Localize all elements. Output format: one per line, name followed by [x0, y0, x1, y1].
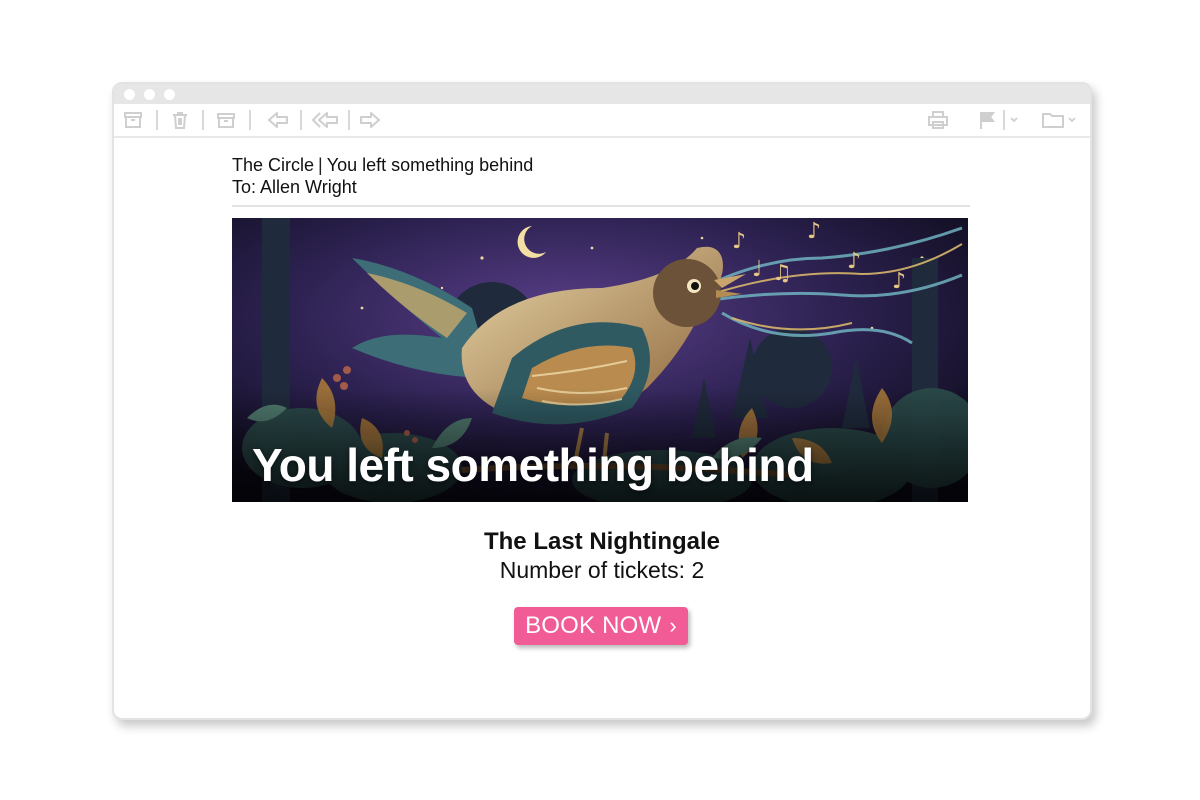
- svg-text:♫: ♫: [772, 261, 792, 286]
- window-minimize-dot[interactable]: [144, 89, 155, 100]
- svg-text:♪: ♪: [847, 249, 861, 274]
- svg-text:♩: ♩: [752, 257, 762, 282]
- flag-icon[interactable]: [976, 109, 998, 131]
- event-title: The Last Nightingale: [483, 528, 720, 555]
- hero-banner: ♪ ♫ ♪ ♪ ♪ ♩ You left something behind: [232, 218, 968, 502]
- folder-dropdown-chevron-icon[interactable]: [1066, 109, 1078, 131]
- print-icon[interactable]: [926, 109, 950, 131]
- flag-dropdown-chevron-icon[interactable]: [1008, 109, 1020, 131]
- archive-box-icon[interactable]: [215, 109, 237, 131]
- svg-text:♪: ♪: [732, 229, 746, 254]
- reply-all-icon[interactable]: [310, 109, 340, 131]
- email-toolbar: [114, 104, 1090, 138]
- archive-icon[interactable]: [122, 109, 144, 131]
- book-now-label: BOOK NOW: [525, 612, 662, 639]
- svg-text:♪: ♪: [892, 269, 906, 294]
- email-client-window: The Circle | You left something behind To:…: [112, 82, 1092, 720]
- trash-icon[interactable]: [169, 109, 191, 131]
- banner-headline: You left something behind: [252, 439, 814, 491]
- book-now-button[interactable]: BOOK NOW ›: [514, 607, 688, 645]
- recipient-line: To: Allen Wright: [232, 177, 357, 197]
- forward-icon[interactable]: [358, 109, 382, 131]
- title-bar: [114, 84, 1090, 104]
- email-subject: You left something behind: [326, 155, 534, 175]
- email-header: The Circle | You left something behind To:…: [232, 154, 970, 198]
- reply-icon[interactable]: [266, 109, 290, 131]
- chevron-right-icon: ›: [669, 613, 677, 638]
- header-separator: |: [318, 155, 323, 175]
- window-close-dot[interactable]: [124, 89, 135, 100]
- folder-icon[interactable]: [1040, 109, 1066, 131]
- window-zoom-dot[interactable]: [164, 89, 175, 100]
- sender-name: The Circle: [232, 155, 315, 175]
- ticket-count: Number of tickets: 2: [499, 557, 705, 583]
- header-divider: [232, 205, 970, 207]
- sender-subject-line: The Circle | You left something behind: [232, 154, 970, 176]
- svg-text:♪: ♪: [807, 219, 821, 244]
